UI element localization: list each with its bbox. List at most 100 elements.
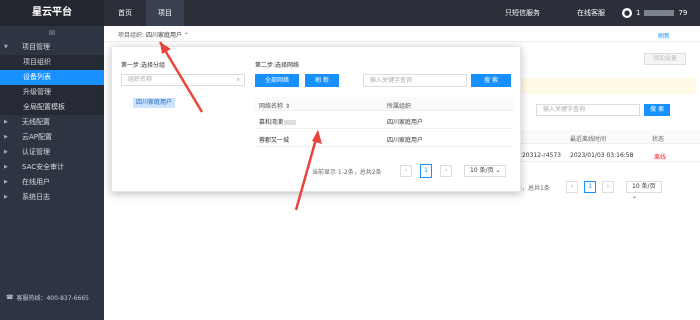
step2-label: 第二步:选择网络 [255,62,300,69]
device-pager: 条，总共1条 ‹ 1 › 10 条/页 ⌄ [516,180,700,200]
top-bar: 星云平台 首页 项目 只短信服务 在线客服 ● 1 79 [0,0,700,26]
page-1-button[interactable]: 1 [420,164,432,178]
breadcrumb-value: 四川家庭用户 [145,32,182,39]
page-size-select[interactable]: 10 条/页 ⌄ [626,181,662,200]
page-size-value: 10 条/页 [470,167,494,174]
chevron-right-icon: ▶ [4,179,8,185]
network-table: 网络名称 ⇕ 所属组织 慕和湾澳 四川家庭用户 蓉郡又一城 四川家庭用户 [255,97,513,147]
menu-icon[interactable]: III [0,26,104,40]
sidebar-item-online-users[interactable]: ▶ 在线用户 [0,175,104,190]
breadcrumb-label: 项目组织: [118,32,145,39]
user-name-suffix: 79 [678,9,688,17]
user-icon: ● [622,8,632,18]
cell-network-name: 蓉郡又一城 [259,137,290,144]
sidebar-item-wireless[interactable]: ▶ 无线配置 [0,115,104,130]
refresh-link[interactable]: 刷新 [658,31,670,40]
sidebar-item-cloud-ap[interactable]: ▶ 云AP配置 [0,130,104,145]
sidebar-item-project-org[interactable]: 项目组织 [0,55,104,70]
col-header-name: 网络名称 ⇕ [259,101,290,110]
sidebar-label: 项目组织 [23,58,51,66]
sms-service-link[interactable]: 只短信服务 [505,0,540,26]
network-table-header: 网络名称 ⇕ 所属组织 [255,97,513,111]
hotline-text: 客服热线：400-837-6665 [16,295,89,302]
nav-project[interactable]: 项目 [146,0,184,26]
sidebar-label: 在线用户 [22,178,50,186]
sort-icon[interactable]: ⇕ [285,103,290,110]
network-search-input[interactable]: 输入关键字查询 [363,74,467,87]
org-search-input[interactable]: 组织名称 ⌕ [121,74,245,86]
sidebar-label: 设备列表 [23,73,51,81]
org-tree-item[interactable]: 四川家庭用户 [133,98,175,108]
sidebar-label: 云AP配置 [22,133,53,141]
sidebar-label: SAC安全审计 [22,163,65,171]
sidebar-label: 无线配置 [22,118,50,126]
org-search-placeholder: 组织名称 [128,76,153,83]
cell-network-name: 慕和湾澳 [259,117,297,126]
col-header-org: 所属组织 [387,103,412,110]
chevron-right-icon: ▶ [4,134,8,140]
phone-icon: ☎ [6,294,14,301]
online-service-link[interactable]: 在线客服 [577,0,605,26]
sidebar-label: 系统日志 [22,193,50,201]
notice-panel [520,78,696,94]
cell-org: 四川家庭用户 [387,119,424,126]
table-row[interactable]: -220312-r4573 2023/01/03 03:16:58 离线 [516,148,700,162]
device-search-input[interactable]: 输入关键字查询 [536,104,640,116]
table-row[interactable]: 蓉郡又一城 四川家庭用户 [255,129,513,147]
chevron-up-icon: ⌃ [183,32,189,39]
network-search-button[interactable]: 搜 索 [471,74,511,87]
device-table-header: 最近离线时间 状态 [516,130,700,144]
brand-logo: 星云平台 [0,0,104,26]
name-blur [284,120,297,125]
all-networks-button[interactable]: 全部网络 [255,74,299,87]
pager-total: 条，总共1条 [516,185,550,192]
search-icon: ⌕ [236,76,240,83]
sidebar-label: 项目管理 [22,43,50,51]
sidebar-item-global-template[interactable]: 全局配置模板 [0,100,104,115]
step1-label: 第一步:选择分组 [121,62,166,69]
nav-home[interactable]: 首页 [106,0,144,26]
breadcrumb[interactable]: 项目组织: 四川家庭用户 ⌃ [118,30,189,39]
sidebar-item-device-list[interactable]: 设备列表 [0,70,104,85]
sidebar-item-sac[interactable]: ▶ SAC安全审计 [0,160,104,175]
chevron-down-icon: ▼ [4,44,8,50]
chevron-right-icon: ▶ [4,194,8,200]
add-device-button[interactable]: 添加设备 [644,53,686,65]
pager-total: 当前显示 1-2条，总共2条 [312,169,382,176]
breadcrumb-row: 项目组织: 四川家庭用户 ⌃ 刷新 [104,26,700,42]
cell-time: 2023/01/03 03:16:58 [570,152,634,159]
refresh-button[interactable]: 刷 新 [305,74,339,87]
sidebar-item-system-log[interactable]: ▶ 系统日志 [0,190,104,205]
cell-mac: -220312-r4573 [516,152,561,159]
sidebar-item-project-mgmt[interactable]: ▼ 项目管理 [0,40,104,55]
user-menu[interactable]: ● 1 79 [622,0,687,26]
prev-page-button[interactable]: ‹ [566,181,578,193]
sidebar-item-auth[interactable]: ▶ 认证管理 [0,145,104,160]
next-page-button[interactable]: › [440,165,452,177]
table-row[interactable]: 慕和湾澳 四川家庭用户 [255,111,513,129]
sidebar-item-upgrade[interactable]: 升级管理 [0,85,104,100]
col-header: 状态 [652,136,665,143]
col-header-label: 网络名称 [259,103,284,110]
sidebar: III ▼ 项目管理 项目组织 设备列表 升级管理 全局配置模板 ▶ 无线配置 … [0,26,104,320]
chevron-right-icon: ▶ [4,119,8,125]
hotline: ☎ 客服热线：400-837-6665 [6,293,89,302]
org-network-dropdown: 第一步:选择分组 组织名称 ⌕ 四川家庭用户 第二步:选择网络 全部网络 刷 新… [111,46,521,192]
col-header: 最近离线时间 [570,136,607,143]
chevron-right-icon: ▶ [4,149,8,155]
network-pager: 当前显示 1-2条，总共2条 ‹ 1 › 10 条/页 ⌄ [312,164,522,178]
sidebar-label: 全局配置模板 [23,103,65,111]
page-1-button[interactable]: 1 [584,181,596,193]
status-badge: 离线 [654,154,667,161]
sidebar-label: 认证管理 [22,148,50,156]
prev-page-button[interactable]: ‹ [400,165,412,177]
user-name-blur [644,10,675,16]
sidebar-label: 升级管理 [23,88,51,96]
cell-org: 四川家庭用户 [387,137,424,144]
page-size-select[interactable]: 10 条/页 ⌄ [464,165,506,177]
device-search-button[interactable]: 搜 索 [644,104,670,116]
next-page-button[interactable]: › [602,181,614,193]
page-size-value: 10 条/页 [632,183,656,190]
user-name: 1 [636,9,641,17]
network-name: 慕和湾澳 [259,119,284,126]
